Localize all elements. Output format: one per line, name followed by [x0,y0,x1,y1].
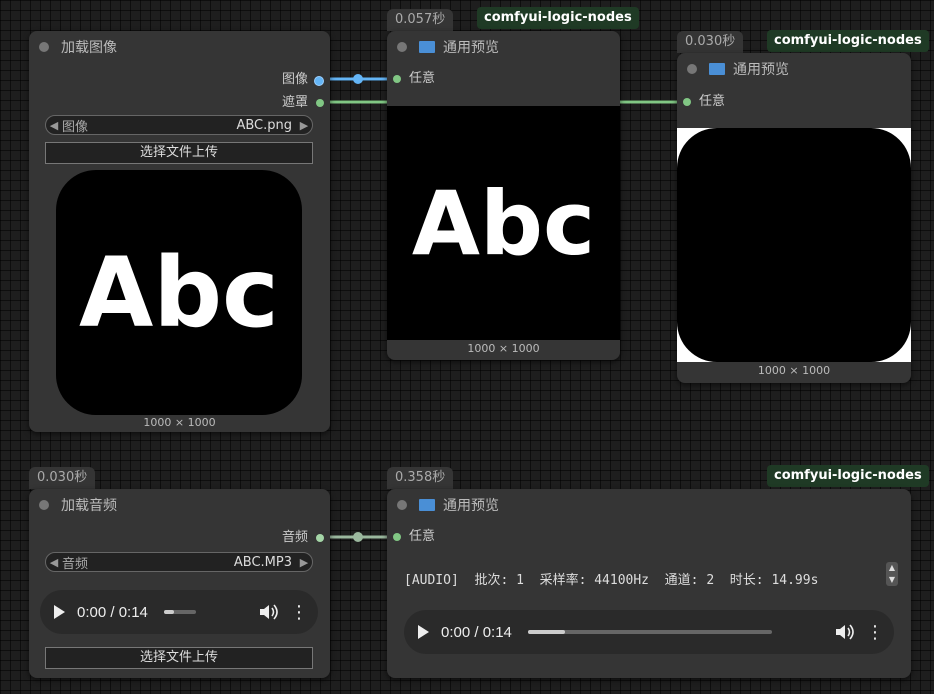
node-title-bar[interactable]: 加载图像 [29,31,330,63]
audio-progress-fill [527,630,565,634]
node-collapse-dot[interactable] [397,42,407,52]
node-title: 加载图像 [61,40,117,56]
node-collapse-dot[interactable] [39,42,49,52]
preview-text: Abc [411,171,596,275]
node-load-audio[interactable]: 加载音频 音频 ◀ 音频 ABC.MP3 ▶ 0:00 / 0:14 ⋮ 选择文… [29,489,330,678]
mask-shape [677,128,911,362]
preview-text: Abc [79,236,279,349]
audio-player[interactable]: 0:00 / 0:14 ⋮ [40,590,318,634]
node-preview-2[interactable]: 通用预览 任意 1000 × 1000 [677,53,911,383]
more-options-icon[interactable]: ⋮ [290,602,308,623]
input-any-label: 任意 [409,529,436,544]
widget-label: 音频 [62,556,89,572]
monitor-icon [419,499,435,511]
node-collapse-dot[interactable] [39,500,49,510]
prev-arrow-icon[interactable]: ◀ [46,119,62,132]
output-mask-label: 遮罩 [281,95,308,110]
widget-value: ABC.png [236,117,292,133]
image-size-label: 1000 × 1000 [143,416,216,429]
next-arrow-icon[interactable]: ▶ [296,556,312,569]
image-size-label: 1000 × 1000 [467,342,540,355]
prev-arrow-icon[interactable]: ◀ [46,556,62,569]
more-options-icon[interactable]: ⋮ [866,622,884,643]
next-arrow-icon[interactable]: ▶ [296,119,312,132]
node-title-bar[interactable]: 通用预览 [677,53,911,85]
timing-label: 0.358秒 [387,467,454,489]
node-title: 通用预览 [733,62,789,78]
node-preview-3[interactable]: 通用预览 任意 [AUDIO] 批次: 1 采样率: 44100Hz 通道: 2… [387,489,911,678]
mask-preview [677,128,911,362]
audio-progress-fill [163,610,174,614]
timing-label: 0.030秒 [29,467,96,489]
audio-progress-track[interactable] [527,630,772,634]
monitor-icon [419,41,435,53]
image-link-midpoint [353,74,363,84]
node-collapse-dot[interactable] [397,500,407,510]
node-collapse-dot[interactable] [687,64,697,74]
play-icon[interactable] [54,605,65,619]
node-source-badge: comfyui-logic-nodes [477,7,639,29]
upload-button[interactable]: 选择文件上传 [45,142,313,164]
widget-label: 图像 [62,119,89,135]
node-load-image[interactable]: 加载图像 图像 遮罩 ◀ 图像 ABC.png ▶ 选择文件上传 Abc 100… [29,31,330,432]
output-audio-label: 音频 [281,530,308,545]
image-preview: Abc [387,106,620,340]
text-scroll-stepper[interactable]: ▲ ▼ [886,562,898,586]
input-any-socket[interactable] [393,75,401,83]
volume-icon[interactable] [258,603,278,621]
node-title: 通用预览 [443,498,499,514]
timing-label: 0.030秒 [677,31,744,53]
node-title: 加载音频 [61,498,117,514]
input-any-socket[interactable] [683,98,691,106]
audio-progress-track[interactable] [163,610,196,614]
input-any-socket[interactable] [393,533,401,541]
image-size-label: 1000 × 1000 [757,364,831,377]
output-mask-socket[interactable] [316,99,324,107]
audio-link-midpoint [353,532,363,542]
node-source-badge: comfyui-logic-nodes [767,30,929,52]
input-any-label: 任意 [409,71,436,86]
audio-info-text: [AUDIO] 批次: 1 采样率: 44100Hz 通道: 2 时长: 14.… [404,573,819,588]
audio-player[interactable]: 0:00 / 0:14 ⋮ [404,610,894,654]
audio-time: 0:00 / 0:14 [441,623,512,641]
output-image-label: 图像 [281,72,308,87]
upload-button[interactable]: 选择文件上传 [45,647,313,669]
monitor-icon [709,63,725,75]
node-source-badge: comfyui-logic-nodes [767,465,929,487]
node-title-bar[interactable]: 通用预览 [387,489,911,521]
timing-label: 0.057秒 [387,9,454,31]
output-audio-socket[interactable] [316,534,324,542]
play-icon[interactable] [418,625,429,639]
node-title: 通用预览 [443,40,499,56]
output-image-socket[interactable] [314,76,324,86]
audio-time: 0:00 / 0:14 [77,603,148,621]
widget-value: ABC.MP3 [233,554,292,570]
node-preview-1[interactable]: 通用预览 任意 Abc 1000 × 1000 [387,31,620,360]
audio-select-widget[interactable]: ◀ 音频 ABC.MP3 ▶ [45,552,313,572]
image-preview: Abc [56,170,302,415]
node-title-bar[interactable]: 加载音频 [29,489,330,521]
node-title-bar[interactable]: 通用预览 [387,31,620,63]
image-select-widget[interactable]: ◀ 图像 ABC.png ▶ [45,115,313,135]
volume-icon[interactable] [834,623,854,641]
input-any-label: 任意 [699,94,726,109]
